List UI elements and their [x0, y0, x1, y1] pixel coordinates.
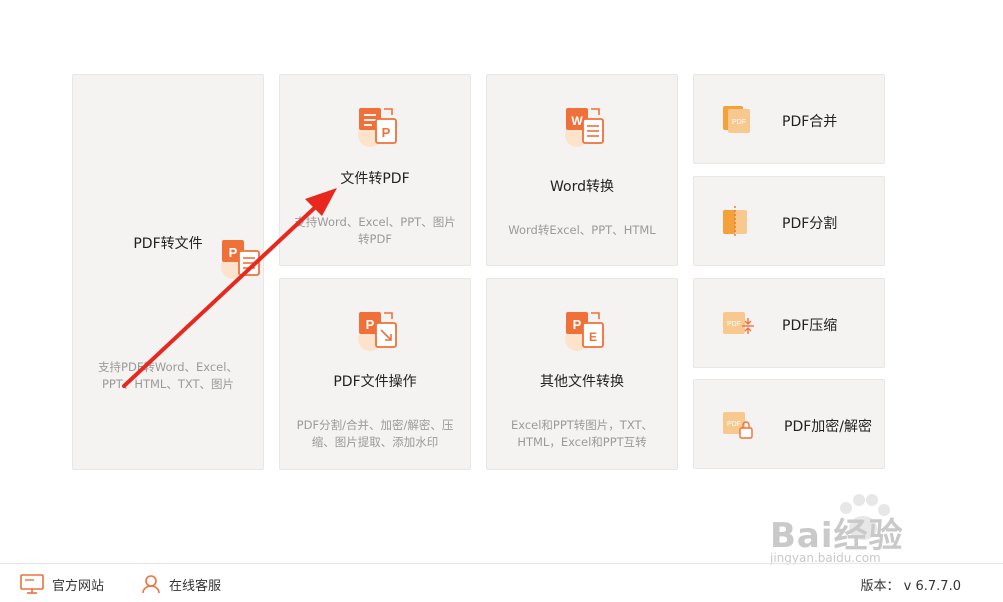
official-website-link[interactable]: 官方网站: [20, 573, 104, 595]
watermark-text: Bai经验: [770, 516, 904, 556]
pdf-merge-icon: PDF: [722, 105, 752, 139]
card-pdf-ops-desc: PDF分割/合并、加密/解密、压缩、图片提取、添加水印: [296, 418, 454, 449]
card-pdf-compress-title: PDF压缩: [782, 318, 838, 334]
svg-text:P: P: [366, 317, 375, 332]
file-to-pdf-icon: P: [356, 105, 400, 153]
card-file-to-pdf-desc: 支持Word、Excel、PPT、图片转PDF: [294, 215, 456, 246]
monitor-icon: [20, 574, 44, 594]
card-word-convert-desc: Word转Excel、PPT、HTML: [508, 223, 656, 237]
version-label: 版本： v 6.7.7.0: [860, 579, 961, 594]
pdf-encrypt-icon: PDF: [722, 410, 754, 446]
footer-divider: [0, 563, 1003, 564]
card-other-convert-desc: Excel和PPT转图片，TXT、HTML，Excel和PPT互转: [510, 418, 654, 449]
card-other-convert-title: 其他文件转换: [540, 374, 624, 390]
card-pdf-merge[interactable]: PDF PDF合并: [693, 74, 885, 164]
card-pdf-to-file[interactable]: P: [72, 74, 264, 470]
card-file-to-pdf-title: 文件转PDF: [340, 171, 410, 187]
online-service-link[interactable]: 在线客服: [141, 573, 221, 595]
pdf-split-icon: [722, 205, 752, 243]
other-convert-icon: P E: [563, 309, 607, 357]
card-pdf-split[interactable]: PDF分割: [693, 176, 885, 266]
svg-text:P: P: [382, 125, 391, 140]
word-convert-icon: W: [563, 105, 607, 153]
card-file-to-pdf[interactable]: P 文件转PDF 支持Word、Excel、PPT、图片转PDF: [279, 74, 471, 266]
official-website-label: 官方网站: [52, 578, 105, 594]
pdf-compress-icon: PDF: [722, 309, 756, 343]
card-word-convert[interactable]: W Word转换 Word转Excel、PPT、HTML: [486, 74, 678, 266]
card-pdf-encrypt[interactable]: PDF PDF加密/解密: [693, 379, 885, 469]
svg-text:PDF: PDF: [727, 321, 741, 328]
svg-text:E: E: [589, 330, 597, 344]
card-pdf-split-title: PDF分割: [782, 216, 838, 232]
card-other-convert[interactable]: P E 其他文件转换 Excel和PPT转图片，TXT、HTML，Excel和P…: [486, 278, 678, 470]
card-pdf-to-file-desc: 支持PDF转Word、Excel、PPT、HTML、TXT、图片: [98, 360, 238, 391]
svg-text:P: P: [573, 317, 582, 332]
card-pdf-ops-title: PDF文件操作: [333, 374, 417, 390]
user-icon: [142, 575, 160, 594]
card-pdf-encrypt-title: PDF加密/解密: [784, 419, 872, 435]
svg-text:W: W: [571, 114, 583, 128]
card-pdf-compress[interactable]: PDF PDF压缩: [693, 278, 885, 368]
card-pdf-ops[interactable]: P PDF文件操作 PDF分割/合并、加密/解密、压缩、图片提取、添加水印: [279, 278, 471, 470]
svg-text:PDF: PDF: [732, 119, 746, 126]
card-word-convert-title: Word转换: [550, 179, 614, 195]
online-service-label: 在线客服: [169, 578, 222, 594]
pdf-ops-icon: P: [356, 309, 400, 357]
card-pdf-merge-title: PDF合并: [782, 114, 838, 130]
card-pdf-to-file-title: PDF转文件: [133, 236, 203, 252]
svg-text:PDF: PDF: [727, 421, 741, 428]
